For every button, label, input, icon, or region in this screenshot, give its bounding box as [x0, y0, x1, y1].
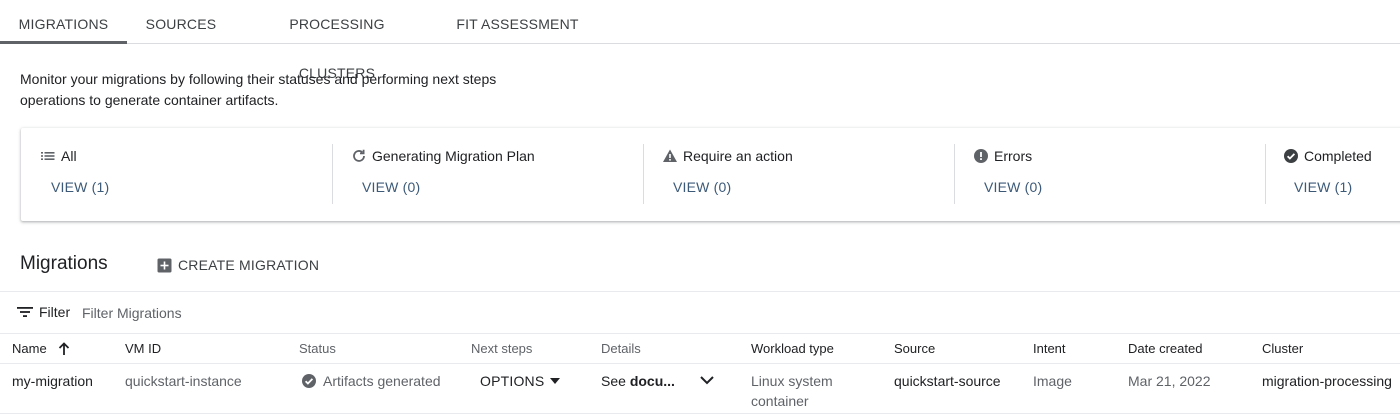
column-header-date-created[interactable]: Date created [1128, 341, 1202, 356]
cell-intent: Image [1033, 373, 1072, 389]
divider [0, 291, 1400, 292]
card-divider [1265, 144, 1266, 204]
status-card-errors: Errors VIEW (0) [973, 144, 1273, 206]
chevron-down-icon[interactable] [697, 370, 717, 390]
create-migration-label: CREATE MIGRATION [178, 257, 320, 273]
description-line-2: operations to generate container artifac… [20, 92, 279, 108]
view-all-link[interactable]: VIEW (1) [51, 179, 109, 195]
section-title: Migrations [20, 253, 108, 274]
details-doc-link[interactable]: docu... [630, 373, 675, 389]
column-header-workload-type[interactable]: Workload type [751, 341, 834, 356]
divider [0, 413, 1400, 414]
tab-migrations[interactable]: MIGRATIONS [0, 0, 127, 44]
filter-button[interactable]: Filter [17, 304, 70, 320]
cell-name[interactable]: my-migration [12, 371, 93, 391]
sort-ascending-icon[interactable] [57, 341, 71, 356]
column-header-status: Status [299, 341, 336, 356]
caret-down-icon [550, 378, 561, 384]
check-circle-icon [302, 374, 316, 388]
status-card-label: Require an action [683, 148, 793, 164]
page-description: Monitor your migrations by following the… [20, 69, 540, 111]
add-box-icon [157, 258, 172, 272]
tab-processing-clusters[interactable]: PROCESSING CLUSTERS [252, 0, 422, 81]
options-label: OPTIONS [480, 373, 545, 389]
cell-date-created: Mar 21, 2022 [1128, 373, 1211, 389]
cell-vm-id: quickstart-instance [125, 373, 242, 389]
card-divider [954, 144, 955, 204]
column-header-vm-id[interactable]: VM ID [125, 341, 161, 356]
cell-cluster: migration-processing [1262, 373, 1392, 389]
options-button[interactable]: OPTIONS [480, 371, 561, 391]
status-card-completed: Completed VIEW (1) [1283, 144, 1400, 206]
tab-fit-assessment[interactable]: FIT ASSESSMENT [455, 0, 580, 44]
status-card-label: Completed [1304, 148, 1372, 164]
status-card-label: Generating Migration Plan [372, 148, 535, 164]
card-divider [643, 144, 644, 204]
view-completed-link[interactable]: VIEW (1) [1294, 179, 1352, 195]
divider [0, 363, 1400, 364]
cell-details: See docu... [601, 371, 675, 391]
status-card-label: All [61, 148, 77, 164]
cell-workload-type: Linux system container [751, 371, 833, 411]
create-migration-button[interactable]: CREATE MIGRATION [157, 255, 319, 275]
tab-bar: MIGRATIONS SOURCES PROCESSING CLUSTERS F… [0, 0, 1400, 81]
status-summary-panel: All VIEW (1) Generating Migration Plan V… [21, 128, 1400, 221]
details-prefix: See [601, 373, 630, 389]
error-icon [974, 149, 988, 163]
cell-status: Artifacts generated [301, 371, 441, 391]
filter-input[interactable] [82, 302, 482, 324]
card-divider [332, 144, 333, 204]
filter-icon [17, 307, 33, 317]
cell-source: quickstart-source [894, 373, 1001, 389]
status-text: Artifacts generated [323, 373, 441, 389]
column-header-name[interactable]: Name [12, 341, 71, 356]
workload-line-1: Linux system [751, 373, 833, 389]
view-require-action-link[interactable]: VIEW (0) [673, 179, 731, 195]
divider [0, 333, 1400, 334]
active-tab-indicator [0, 41, 127, 44]
warning-icon [663, 149, 677, 162]
column-header-cluster[interactable]: Cluster [1262, 341, 1303, 356]
description-line-1: Monitor your migrations by following the… [20, 71, 497, 87]
column-header-intent[interactable]: Intent [1033, 341, 1066, 356]
column-header-next-steps: Next steps [471, 341, 533, 356]
check-circle-icon [1284, 149, 1298, 163]
column-header-details: Details [601, 341, 641, 356]
tab-sources[interactable]: SOURCES [140, 0, 222, 44]
status-card-generating: Generating Migration Plan VIEW (0) [351, 144, 651, 206]
view-generating-link[interactable]: VIEW (0) [362, 179, 420, 195]
list-icon [41, 152, 55, 160]
status-card-label: Errors [994, 148, 1033, 164]
filter-label: Filter [39, 304, 71, 320]
status-card-require-action: Require an action VIEW (0) [662, 144, 962, 206]
status-card-all: All VIEW (1) [40, 144, 340, 206]
view-errors-link[interactable]: VIEW (0) [984, 179, 1042, 195]
refresh-icon [353, 149, 365, 162]
column-header-source[interactable]: Source [894, 341, 935, 356]
workload-line-2: container [751, 393, 809, 409]
